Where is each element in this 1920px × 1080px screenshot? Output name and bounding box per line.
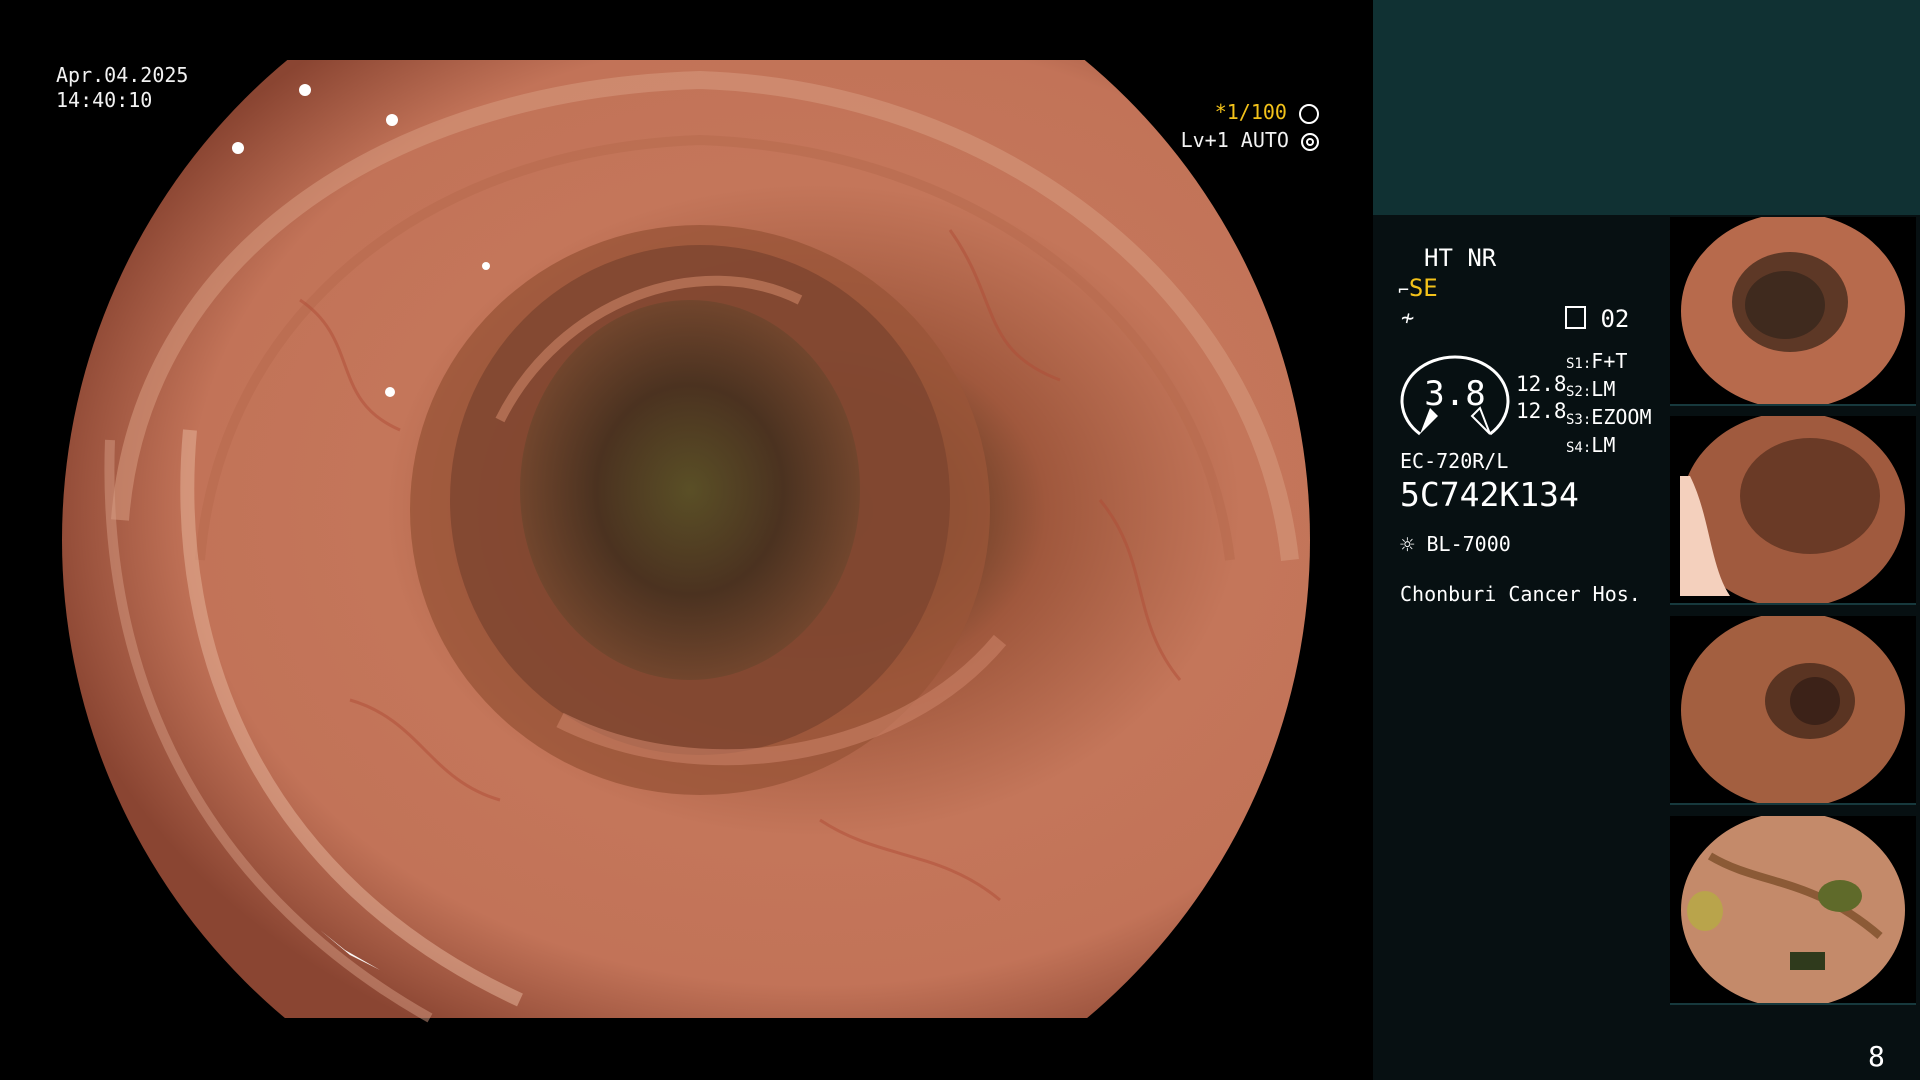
signal-icon: ≁ bbox=[1401, 306, 1415, 331]
switch-key: S1: bbox=[1566, 356, 1592, 372]
info-panel-header-band bbox=[1373, 0, 1920, 215]
switch-value: EZOOM bbox=[1591, 405, 1652, 429]
se-label: SE bbox=[1408, 274, 1438, 302]
captured-thumbnail-4[interactable] bbox=[1670, 816, 1916, 1005]
captured-thumbnail-3[interactable] bbox=[1670, 616, 1916, 805]
light-source: BL-7000 bbox=[1426, 532, 1511, 556]
hospital-name: Chonburi Cancer Hos. bbox=[1400, 582, 1641, 606]
thumbnail-image bbox=[1670, 816, 1916, 1003]
switch-key: S4: bbox=[1566, 440, 1592, 456]
thumbnail-image bbox=[1670, 616, 1916, 803]
exposure-value: Lv+1 AUTO bbox=[1180, 128, 1289, 152]
switch-value: F+T bbox=[1591, 349, 1628, 373]
scope-serial: 5C742K134 bbox=[1400, 475, 1579, 514]
exam-date: Apr.04.2025 bbox=[56, 63, 189, 87]
page-number: 8 bbox=[1868, 1040, 1885, 1073]
thumbnail-image bbox=[1670, 217, 1916, 404]
switch-value: LM bbox=[1591, 377, 1616, 401]
memory-row: 02 bbox=[1565, 305, 1629, 333]
memory-icon bbox=[1565, 306, 1586, 329]
scope-icon: ⌐ bbox=[1398, 280, 1409, 301]
dial-value: 3.8 bbox=[1424, 374, 1486, 414]
colon-lumen-image bbox=[62, 60, 1310, 1023]
switch-key: S3: bbox=[1566, 412, 1592, 428]
shutter-value: *1/100 bbox=[1214, 100, 1287, 124]
ht-nr-label: HT NR bbox=[1424, 244, 1497, 272]
endoscopic-image-area: Apr.04.2025 14:40:10 *1/100 Lv+1 AUTO bbox=[0, 0, 1372, 1080]
switch-row: S4:LM bbox=[1566, 433, 1652, 461]
zoom-dial: 3.8 bbox=[1400, 352, 1510, 442]
aperture-icon bbox=[1299, 103, 1319, 124]
memory-number: 02 bbox=[1600, 305, 1630, 333]
shutter-speed: *1/100 bbox=[1215, 98, 1319, 126]
lamp-icon: ☼ bbox=[1400, 531, 1415, 559]
captured-thumbnail-1[interactable] bbox=[1670, 217, 1916, 406]
switch-row: S1:F+T bbox=[1566, 349, 1652, 377]
switch-value: LM bbox=[1591, 433, 1616, 457]
iris-icon bbox=[1301, 132, 1319, 151]
exam-time: 14:40:10 bbox=[56, 88, 153, 112]
light-source-row: ☼ BL-7000 bbox=[1400, 531, 1511, 559]
switch-row: S2:LM bbox=[1566, 377, 1652, 405]
value-a: 12.8 bbox=[1516, 372, 1567, 396]
captured-thumbnail-2[interactable] bbox=[1670, 416, 1916, 605]
se-row: ⌐SE bbox=[1398, 274, 1438, 302]
switch-row: S3:EZOOM bbox=[1566, 405, 1652, 433]
value-b: 12.8 bbox=[1516, 399, 1567, 423]
exposure-mode: Lv+1 AUTO bbox=[1181, 126, 1319, 154]
scope-model: EC-720R/L bbox=[1400, 449, 1509, 473]
switch-key: S2: bbox=[1566, 384, 1592, 400]
switch-assignments: S1:F+T S2:LM S3:EZOOM S4:LM bbox=[1566, 349, 1652, 461]
thumbnail-image bbox=[1670, 416, 1916, 603]
